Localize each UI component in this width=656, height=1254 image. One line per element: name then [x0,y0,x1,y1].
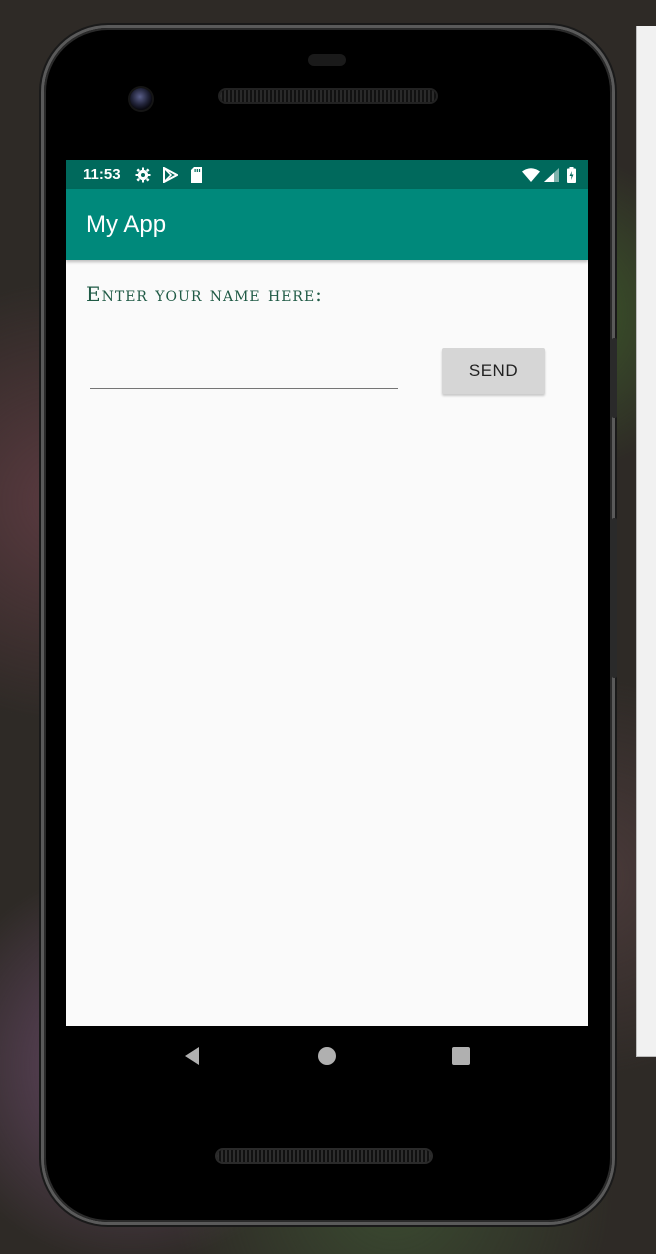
battery-icon [567,166,576,183]
home-icon[interactable] [312,1041,342,1071]
status-time: 11:53 [83,166,121,183]
front-camera [130,88,152,110]
earpiece-speaker [220,90,436,102]
main-content: Enter your name here: SEND [66,260,588,1026]
volume-rocker [612,518,617,678]
power-button [612,338,617,418]
settings-icon [135,167,151,183]
send-button[interactable]: SEND [442,348,545,394]
status-bar: 11:53 [66,160,588,189]
proximity-sensor [308,54,346,66]
app-title: My App [86,210,167,238]
background-window-edge [636,26,656,1057]
name-prompt-label: Enter your name here: [86,282,323,306]
wifi-icon [522,167,540,182]
navigation-bar [66,1026,588,1086]
sd-card-icon [190,166,203,183]
back-icon[interactable] [178,1041,208,1071]
cell-signal-icon [544,167,559,182]
phone-frame: 11:53 My App Enter your name here: SEND [44,28,617,1222]
name-input[interactable] [90,356,398,389]
play-store-icon [162,166,178,183]
bottom-speaker [217,1150,431,1162]
app-bar: My App [66,189,588,260]
device-screen: 11:53 My App Enter your name here: SEND [66,160,588,1026]
recents-icon[interactable] [446,1041,476,1071]
